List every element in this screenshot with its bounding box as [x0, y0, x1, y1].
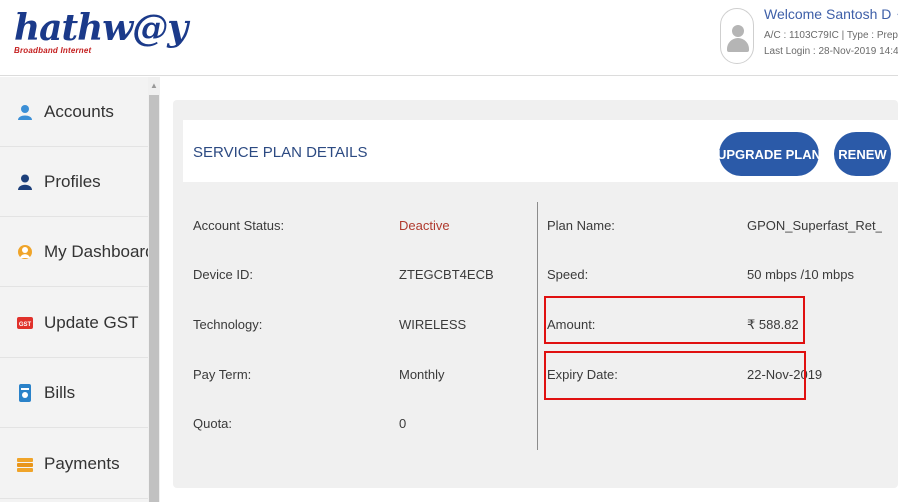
hathway-logo[interactable]: hathw@y Broadband Internet [14, 6, 188, 64]
account-info: A/C : 1103C79IC | Type : Prepaid [764, 30, 898, 41]
sidebar-item-payments[interactable]: Payments [0, 429, 148, 499]
avatar-body-shape [727, 38, 749, 52]
account-status-value: Deactive [399, 218, 450, 233]
amount-highlight-box [544, 296, 805, 344]
svg-text:GST: GST [19, 322, 32, 328]
welcome-user-dropdown[interactable]: Welcome Santosh D ▾ [764, 6, 898, 22]
last-login: Last Login : 28-Nov-2019 14:42:34 [764, 46, 898, 57]
sidebar-item-my-dashboard[interactable]: My Dashboard [0, 217, 155, 287]
quota-label: Quota: [193, 416, 233, 431]
logo-wordmark: hathw@y [14, 7, 188, 49]
sidebar-item-label: Update GST [44, 312, 139, 332]
technology-label: Technology: [193, 317, 263, 332]
welcome-text: Welcome Santosh D [764, 6, 892, 22]
gst-icon: GST [17, 315, 33, 331]
pay-term-value: Monthly [399, 367, 445, 382]
upgrade-plan-button[interactable]: UPGRADE PLAN [717, 132, 821, 176]
sidebar-item-profiles[interactable]: Profiles [0, 147, 148, 217]
device-id-label: Device ID: [193, 267, 253, 282]
plan-name-label: Plan Name: [547, 218, 615, 233]
panel-title: SERVICE PLAN DETAILS [193, 144, 368, 161]
plan-name-value: GPON_Superfast_Ret_50Mbp [747, 218, 882, 233]
sidebar-item-update-gst[interactable]: GST Update GST [0, 288, 148, 358]
service-plan-header: SERVICE PLAN DETAILS UPGRADE PLAN RENEW [183, 120, 898, 182]
sidebar: Accounts Profiles My Dashboard GST Updat… [0, 77, 160, 502]
user-menu: Welcome Santosh D ▾ A/C : 1103C79IC | Ty… [720, 4, 898, 68]
avatar[interactable] [720, 8, 754, 64]
sidebar-item-label: Accounts [44, 101, 114, 121]
renew-button[interactable]: RENEW [834, 132, 891, 176]
sidebar-scrollbar[interactable]: ▲ [148, 77, 160, 502]
device-id-value: ZTEGCBT4ECB [399, 267, 494, 282]
column-divider [537, 202, 538, 450]
payments-icon [17, 456, 33, 472]
speed-label: Speed: [547, 267, 589, 282]
top-header: hathw@y Broadband Internet Welcome Santo… [0, 0, 898, 76]
profile-icon [17, 174, 33, 190]
speed-value: 50 mbps /10 mbps [747, 267, 854, 282]
technology-value: WIRELESS [399, 317, 467, 332]
scroll-up-arrow-icon[interactable]: ▲ [148, 81, 160, 91]
accounts-icon [17, 104, 33, 120]
sidebar-item-accounts[interactable]: Accounts [0, 77, 148, 147]
sidebar-item-bills[interactable]: Bills [0, 358, 148, 428]
account-status-label: Account Status: [193, 218, 285, 233]
expiry-highlight-box [544, 351, 806, 400]
quota-value: 0 [399, 416, 407, 431]
bills-icon [17, 383, 33, 402]
avatar-head-shape [732, 25, 744, 37]
sidebar-item-label: My Dashboard [44, 241, 155, 261]
sidebar-item-label: Payments [44, 453, 120, 473]
pay-term-label: Pay Term: [193, 367, 252, 382]
scrollbar-thumb[interactable] [149, 95, 159, 502]
sidebar-item-label: Bills [44, 382, 76, 402]
dashboard-icon [17, 244, 33, 260]
sidebar-item-label: Profiles [44, 171, 101, 191]
